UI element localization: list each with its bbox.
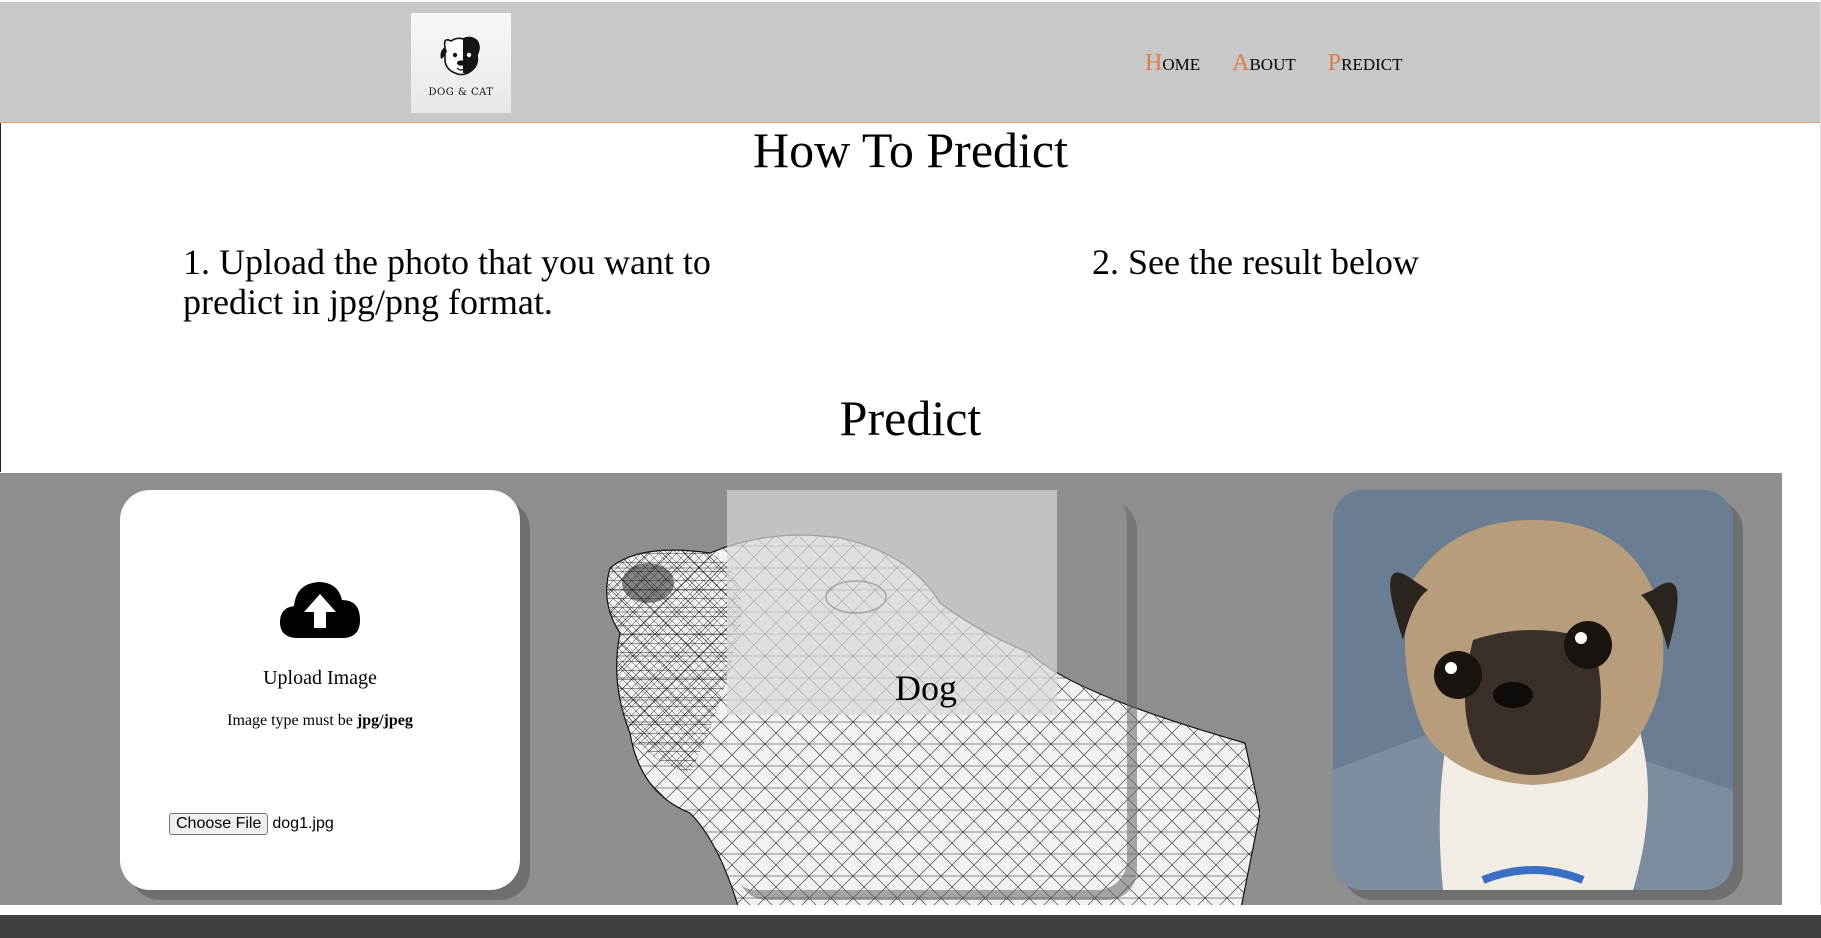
dog-cat-logo-icon — [440, 36, 480, 75]
file-input[interactable]: Choose File dog1.jpg — [169, 813, 334, 835]
image-type-format: jpg/jpeg — [356, 712, 413, 729]
how-to-predict-title: How To Predict — [753, 122, 1068, 178]
nav-home-label: OME — [1162, 55, 1201, 74]
pug-photo-image — [1333, 490, 1733, 890]
choose-file-button[interactable]: Choose File — [169, 813, 269, 835]
nav-home-initial: H — [1145, 50, 1163, 76]
site-footer — [0, 915, 1821, 938]
predict-section-title: Predict — [839, 390, 982, 446]
main-nav: HOME ABOUT PREDICT — [1145, 50, 1403, 77]
predict-band: Upload Image Image type must be jpg/jpeg… — [0, 473, 1782, 905]
nav-home[interactable]: HOME — [1145, 50, 1200, 77]
nav-predict[interactable]: PREDICT — [1328, 50, 1403, 77]
prediction-result-label: Dog — [895, 668, 957, 708]
image-type-hint: Image type must be jpg/jpeg — [120, 712, 520, 730]
step-upload-text: 1. Upload the photo that you want to pre… — [183, 242, 711, 322]
nav-about-initial: A — [1232, 50, 1250, 76]
nav-about-label: BOUT — [1249, 55, 1296, 74]
selected-file-name: dog1.jpg — [272, 815, 334, 832]
upload-image-label: Upload Image — [263, 667, 377, 689]
nav-about[interactable]: ABOUT — [1232, 50, 1296, 77]
site-header: DOG & CAT HOME ABOUT PREDICT — [0, 2, 1821, 123]
upload-card[interactable]: Upload Image Image type must be jpg/jpeg… — [120, 490, 520, 890]
logo-caption: DOG & CAT — [428, 86, 494, 98]
step-result-text: 2. See the result below — [1092, 242, 1419, 282]
image-type-hint-text: Image type must be — [227, 712, 357, 729]
nav-predict-label: REDICT — [1341, 55, 1403, 74]
nav-predict-initial: P — [1327, 50, 1342, 76]
uploaded-photo — [1333, 490, 1733, 890]
site-logo[interactable]: DOG & CAT — [411, 13, 511, 113]
prediction-result-panel — [727, 490, 1057, 715]
cloud-upload-icon[interactable] — [278, 580, 362, 640]
